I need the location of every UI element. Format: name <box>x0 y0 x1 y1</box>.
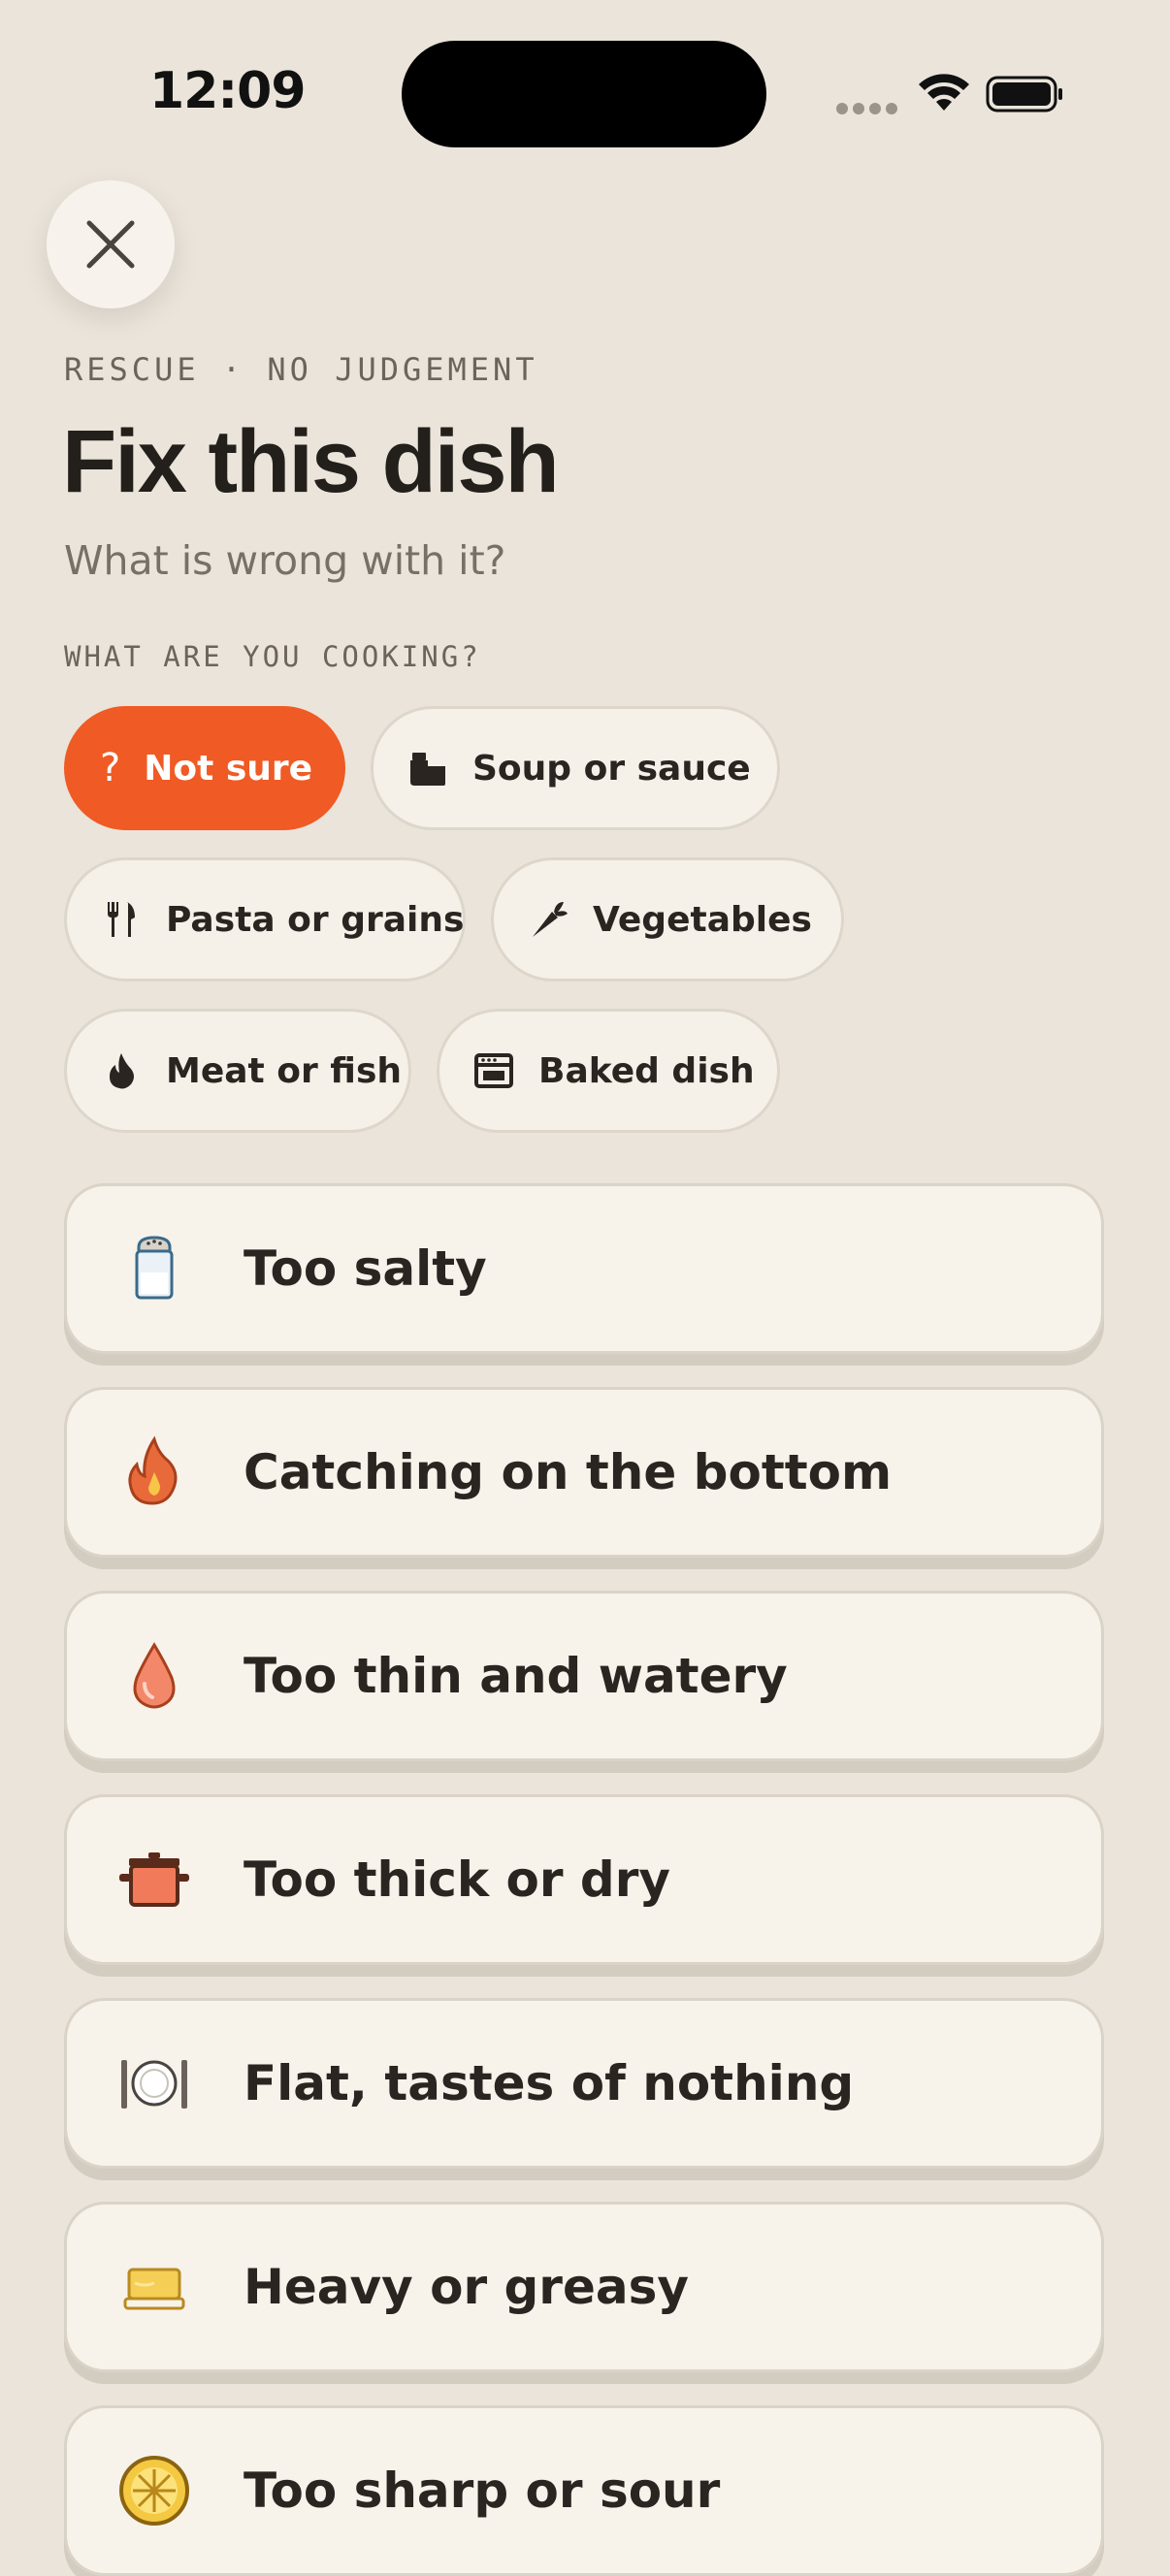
problem-label: Too salty <box>244 1240 487 1297</box>
chip-vegetables[interactable]: Vegetables <box>491 857 844 982</box>
chip-label: Meat or fish <box>166 1050 403 1091</box>
page-title: Fix this dish <box>62 412 560 511</box>
cellular-signal-icon <box>836 103 898 116</box>
problem-too-sharp-sour[interactable]: Too sharp or sour <box>64 2405 1104 2576</box>
cooking-pot-icon <box>115 1841 193 1918</box>
salt-shaker-icon <box>115 1230 193 1307</box>
plate-cutlery-icon <box>115 2045 193 2122</box>
droplet-icon <box>115 1637 193 1715</box>
wifi-icon <box>919 74 969 111</box>
problem-too-thick-dry[interactable]: Too thick or dry <box>64 1794 1104 1965</box>
chip-label: Pasta or grains <box>166 899 465 940</box>
problem-label: Too thin and watery <box>244 1648 788 1704</box>
problem-label: Heavy or greasy <box>244 2259 689 2315</box>
flame-icon <box>100 1049 143 1092</box>
carrot-icon <box>527 898 569 941</box>
problem-label: Too thick or dry <box>244 1852 670 1908</box>
chip-not-sure[interactable]: ? Not sure <box>64 706 345 830</box>
problem-label: Flat, tastes of nothing <box>244 2055 855 2111</box>
chip-label: Not sure <box>144 748 313 789</box>
chip-soup-or-sauce[interactable]: Soup or sauce <box>371 706 780 830</box>
chip-label: Soup or sauce <box>472 748 751 789</box>
chip-label: Baked dish <box>538 1050 755 1091</box>
chip-baked-dish[interactable]: Baked dish <box>437 1009 780 1133</box>
chip-pasta-or-grains[interactable]: Pasta or grains <box>64 857 466 982</box>
problem-label: Too sharp or sour <box>244 2463 721 2519</box>
dish-type-label: WHAT ARE YOU COOKING? <box>64 640 481 673</box>
close-button[interactable] <box>47 180 175 308</box>
oven-icon <box>472 1049 515 1092</box>
question-icon: ? <box>100 746 121 790</box>
butter-icon <box>115 2248 193 2326</box>
eyebrow-label: RESCUE · NO JUDGEMENT <box>64 351 538 388</box>
close-icon <box>86 220 135 269</box>
battery-icon <box>986 76 1062 113</box>
pot-icon <box>406 747 449 789</box>
page-subtitle: What is wrong with it? <box>64 537 506 584</box>
problem-catching-on-bottom[interactable]: Catching on the bottom <box>64 1387 1104 1558</box>
problem-too-thin-watery[interactable]: Too thin and watery <box>64 1591 1104 1761</box>
problem-heavy-greasy[interactable]: Heavy or greasy <box>64 2202 1104 2372</box>
fire-icon <box>115 1433 193 1511</box>
problem-too-salty[interactable]: Too salty <box>64 1183 1104 1354</box>
dynamic-island <box>402 41 766 147</box>
status-time: 12:09 <box>149 62 307 120</box>
chip-meat-or-fish[interactable]: Meat or fish <box>64 1009 411 1133</box>
problem-flat-tastes-nothing[interactable]: Flat, tastes of nothing <box>64 1998 1104 2169</box>
problem-label: Catching on the bottom <box>244 1444 893 1500</box>
fork-knife-icon <box>100 898 143 941</box>
chip-label: Vegetables <box>593 899 812 940</box>
lemon-icon <box>115 2452 193 2529</box>
